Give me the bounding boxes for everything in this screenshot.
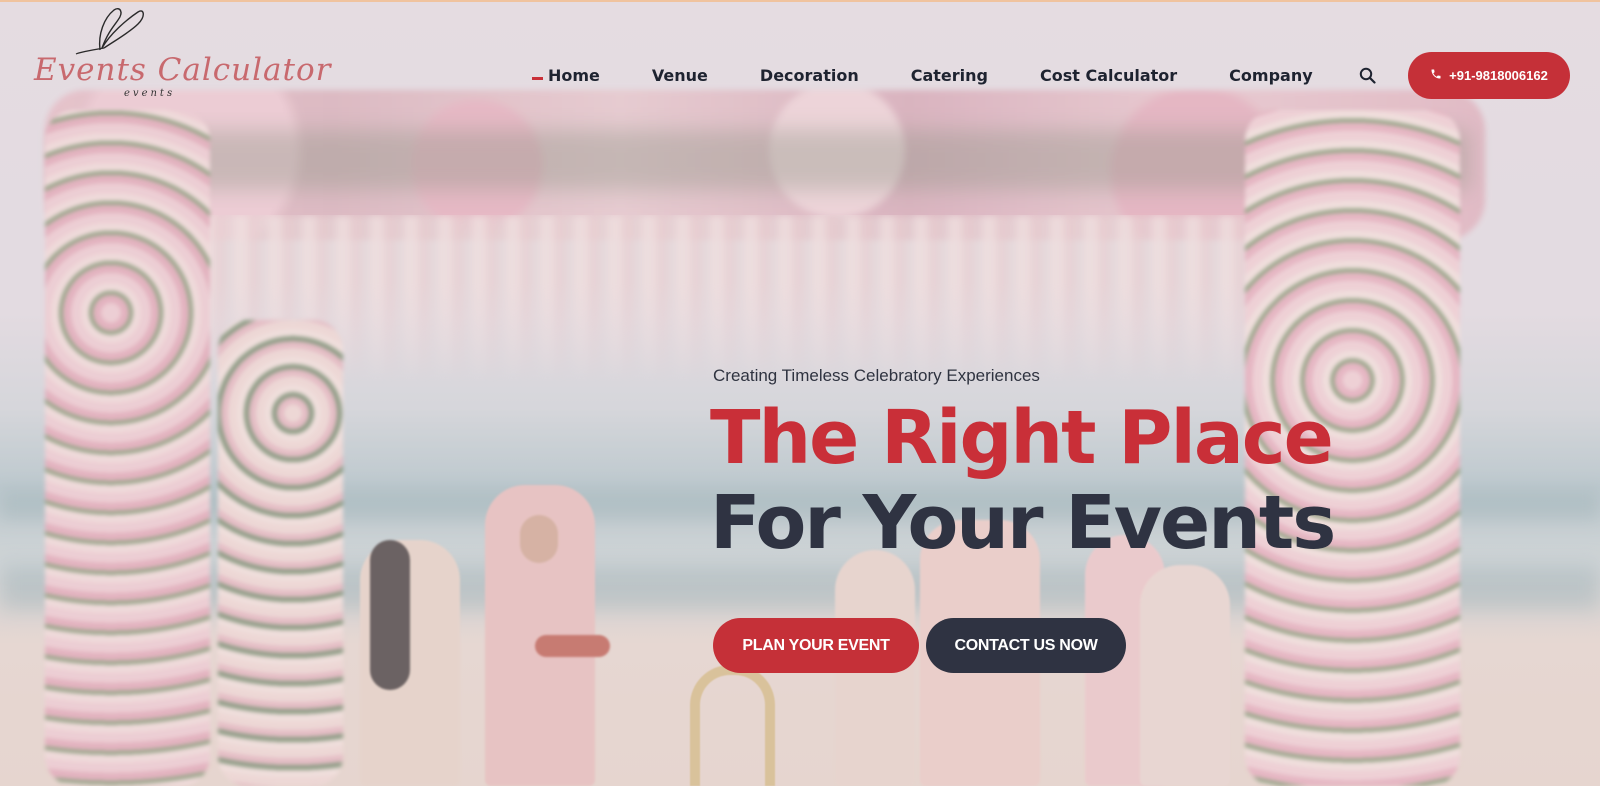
top-border — [0, 0, 1600, 2]
nav-item-cost-calculator[interactable]: Cost Calculator — [1040, 66, 1177, 85]
phone-number: +91-9818006162 — [1449, 68, 1548, 83]
nav-item-company[interactable]: Company — [1229, 66, 1312, 85]
site-logo[interactable]: Events Calculator events — [30, 4, 330, 100]
search-icon[interactable] — [1359, 67, 1376, 84]
nav-item-venue[interactable]: Venue — [652, 66, 708, 85]
logo-subtext: events — [124, 88, 176, 99]
nav-item-decoration[interactable]: Decoration — [760, 66, 859, 85]
phone-button[interactable]: +91-9818006162 — [1408, 52, 1570, 99]
phone-icon — [1430, 68, 1442, 83]
logo-text: Events Calculator — [34, 52, 332, 88]
hero-headline-line1: The Right Place — [710, 395, 1334, 481]
contact-us-button[interactable]: CONTACT US NOW — [926, 618, 1126, 673]
nav-item-catering[interactable]: Catering — [911, 66, 988, 85]
plan-event-button[interactable]: PLAN YOUR EVENT — [713, 618, 919, 673]
hero-tagline: Creating Timeless Celebratory Experience… — [713, 366, 1040, 385]
hero-headline-line2: For Your Events — [710, 480, 1336, 566]
main-nav: Home Venue Decoration Catering Cost Calc… — [532, 62, 1376, 88]
nav-item-home[interactable]: Home — [532, 66, 600, 85]
butterfly-logo-icon — [75, 8, 144, 55]
